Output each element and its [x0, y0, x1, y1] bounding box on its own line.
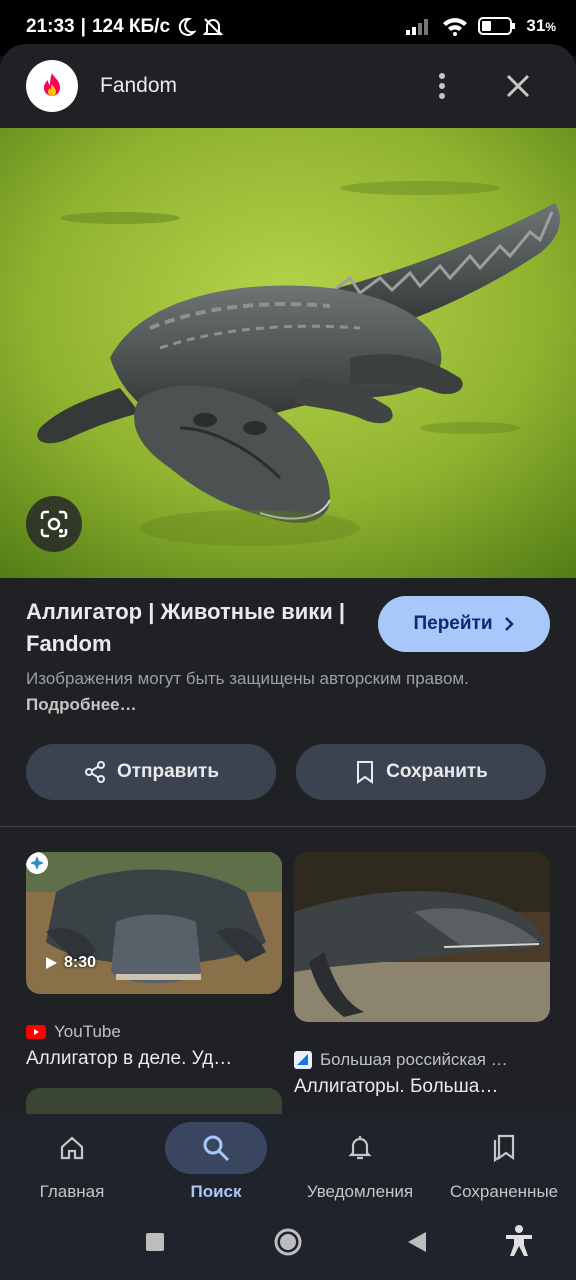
preview-image[interactable] [0, 128, 576, 578]
moon-icon [178, 17, 197, 36]
lens-search-button[interactable] [26, 496, 82, 552]
bottom-navigation: Главная Поиск Уведомления Сохраненные [0, 1114, 576, 1218]
status-right: 31% [406, 16, 556, 36]
network-speed: 124 КБ/с [91, 16, 171, 37]
nav-saved-label: Сохраненные [449, 1182, 559, 1201]
result-thumbnail [294, 852, 550, 1022]
more-vert-icon[interactable] [428, 70, 456, 102]
result-title: Аллигаторы. Большa… [294, 1076, 499, 1097]
nav-home[interactable]: Главная [0, 1122, 144, 1212]
share-icon [84, 761, 105, 783]
result-thumbnail-partial[interactable] [26, 1088, 282, 1114]
bookmarks-icon [493, 1134, 515, 1163]
play-icon [46, 957, 57, 969]
alligator-image [0, 128, 576, 578]
home-button-icon[interactable] [274, 1228, 302, 1256]
share-label: Отправить [116, 761, 220, 782]
search-icon [203, 1135, 230, 1162]
accessibility-icon[interactable] [504, 1224, 534, 1258]
site-name[interactable]: Fandom [100, 74, 177, 98]
divider [0, 826, 576, 827]
related-result[interactable]: 8:30 YouTube Аллигатор в деле. Уд… [26, 852, 282, 1069]
system-navigation-bar [0, 1218, 576, 1280]
status-time: 21:33 [26, 16, 75, 37]
close-icon[interactable] [502, 70, 534, 102]
sheet-header: Fandom [0, 44, 576, 128]
wifi-icon [443, 18, 468, 36]
nav-saved[interactable]: Сохраненные [432, 1122, 576, 1212]
image-preview-sheet: Fandom Аллигатор | Животные вики | Fando… [0, 44, 576, 1114]
share-button[interactable]: Отправить [26, 744, 276, 800]
bell-off-icon [202, 18, 224, 36]
related-result[interactable]: Большая российская … Аллигаторы. Большa… [294, 852, 550, 1097]
status-left: 21:33 | 124 КБ/с [26, 16, 224, 38]
nav-notifications[interactable]: Уведомления [288, 1122, 432, 1212]
result-title: Аллигатор | Животные вики | Fandom [26, 599, 346, 656]
nav-search[interactable]: Поиск [144, 1122, 288, 1212]
result-source: YouTube [26, 1022, 121, 1042]
video-duration: 8:30 [44, 954, 96, 972]
bre-icon [294, 1051, 312, 1069]
site-logo[interactable] [26, 60, 78, 112]
back-icon[interactable] [406, 1230, 428, 1254]
youtube-icon [26, 1025, 46, 1039]
result-thumbnail: 8:30 [26, 852, 282, 994]
result-source: Большая российская … [294, 1050, 508, 1070]
recents-icon[interactable] [145, 1232, 165, 1252]
home-icon [60, 1136, 84, 1160]
bookmark-icon [357, 761, 374, 784]
channel-logo-icon [30, 856, 44, 870]
save-label: Сохранить [386, 761, 488, 782]
result-title: Аллигатор в деле. Уд… [26, 1048, 233, 1069]
copyright-notice: Изображения могут быть защищены авторски… [26, 669, 469, 714]
signal-icon [406, 19, 429, 35]
lens-icon [40, 510, 68, 538]
goto-label: Перейти [413, 613, 493, 634]
goto-button[interactable]: Перейти [378, 596, 550, 652]
bell-icon [348, 1136, 372, 1160]
battery-level: 31% [526, 16, 556, 35]
more-info-link[interactable]: Подробнее… [26, 695, 137, 714]
nav-notifications-label: Уведомления [306, 1182, 414, 1201]
nav-search-label: Поиск [190, 1182, 242, 1201]
save-button[interactable]: Сохранить [296, 744, 546, 800]
fandom-flame-icon [44, 73, 60, 96]
channel-avatar [26, 852, 48, 874]
battery-icon [478, 17, 516, 35]
chevron-right-icon [504, 617, 514, 631]
nav-home-label: Главная [39, 1182, 105, 1201]
